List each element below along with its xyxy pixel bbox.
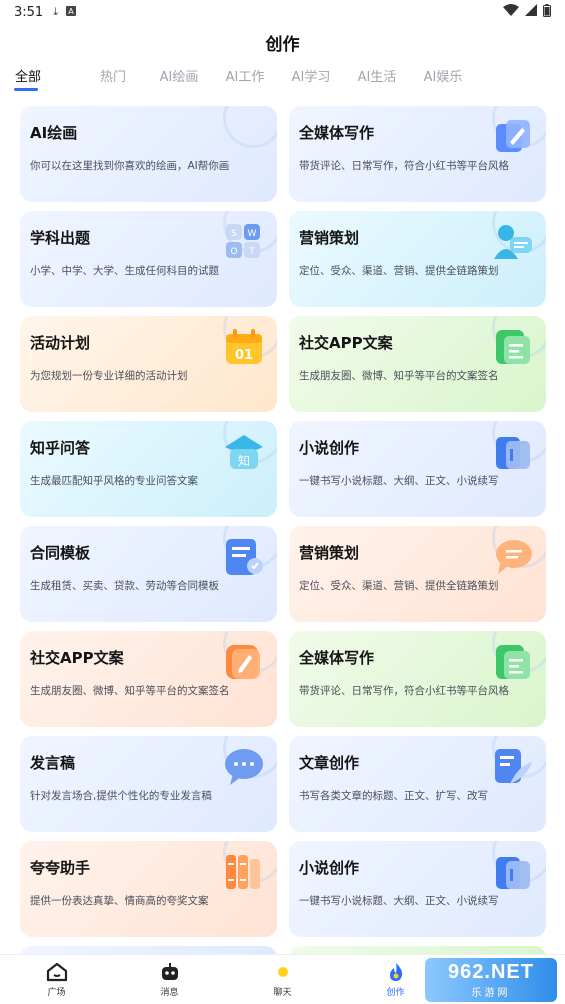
tool-card[interactable]: 全媒体写作 带货评论、日常写作，符合小红书等平台风格 <box>289 631 546 727</box>
watermark-subtext: 乐游网 <box>471 988 511 999</box>
active-tab-indicator <box>14 88 38 91</box>
page-title: 创作 <box>265 35 300 55</box>
tool-grid: AI绘画 你可以在这里找到你喜欢的绘画，AI帮你画 全媒体写作 带货评论、日常写作，符… <box>20 106 546 937</box>
card-description: 小学、中学、大学、生成任何科目的试题 <box>30 265 219 277</box>
tab-ai-study[interactable]: AI学习 <box>278 66 344 96</box>
watermark-logo: 962.NET 乐游网 <box>425 958 557 1002</box>
nav-messages[interactable]: 消息 <box>113 955 226 1004</box>
zhihu-house-icon: 知 <box>223 431 265 473</box>
tool-card[interactable]: 学科出题 小学、中学、大学、生成任何科目的试题 S W O T <box>20 211 277 307</box>
orange-books-icon <box>223 851 265 893</box>
card-description: 为您规划一份专业详细的活动计划 <box>30 370 188 382</box>
swot-tiles-icon: S W O T <box>223 221 265 263</box>
svg-text:A: A <box>68 7 74 16</box>
tab-hot[interactable]: 热门 <box>80 66 146 96</box>
tool-card[interactable]: 活动计划 为您规划一份专业详细的活动计划 01 <box>20 316 277 412</box>
card-description: 提供一份表达真挚、情商高的夸奖文案 <box>30 895 209 907</box>
orange-chat-icon <box>492 536 534 578</box>
card-description: 带货评论、日常写作，符合小红书等平台风格 <box>299 685 509 697</box>
card-description: 生成朋友圈、微博、知乎等平台的文案签名 <box>30 685 230 697</box>
person-chat-icon <box>492 221 534 263</box>
tab-ai-entertainment[interactable]: AI娱乐 <box>410 66 476 96</box>
nav-square[interactable]: 广场 <box>0 955 113 1004</box>
card-description: 带货评论、日常写作，符合小红书等平台风格 <box>299 160 509 172</box>
tool-card[interactable]: 文章创作 书写各类文章的标题、正文、扩写、改写 <box>289 736 546 832</box>
nav-label: 广场 <box>47 988 66 998</box>
card-description: 定位、受众、渠道、营销、提供全链路策划 <box>299 265 499 277</box>
svg-text:T: T <box>248 247 255 257</box>
download-icon: ⤓ <box>53 5 59 18</box>
tool-card[interactable]: 小说创作 一键书写小说标题、大纲、正文、小说续写 <box>289 841 546 937</box>
tool-card[interactable]: 营销策划 定位、受众、渠道、营销、提供全链路策划 <box>289 526 546 622</box>
card-description: 一键书写小说标题、大纲、正文、小说续写 <box>299 475 499 487</box>
status-time: 3:51 <box>14 4 44 20</box>
calendar-icon: 01 <box>223 326 265 368</box>
signal-icon <box>525 4 537 20</box>
orange-edit-icon <box>223 641 265 683</box>
tab-label: AI学习 <box>291 70 331 85</box>
card-description: 生成朋友圈、微博、知乎等平台的文案签名 <box>299 370 499 382</box>
notification-a-icon: A <box>66 5 77 19</box>
card-description: 定位、受众、渠道、营销、提供全链路策划 <box>299 580 499 592</box>
tool-card[interactable]: 夸夸助手 提供一份表达真挚、情商高的夸奖文案 <box>20 841 277 937</box>
card-description: 一键书写小说标题、大纲、正文、小说续写 <box>299 895 499 907</box>
tab-ai-life[interactable]: AI生活 <box>344 66 410 96</box>
svg-text:W: W <box>248 229 257 239</box>
pen-book-icon <box>492 116 534 158</box>
tool-card[interactable]: 小说创作 一键书写小说标题、大纲、正文、小说续写 <box>289 421 546 517</box>
battery-icon <box>543 3 551 21</box>
tab-label: AI生活 <box>357 70 397 85</box>
sun-dot-icon <box>272 961 294 983</box>
tab-ai-drawing[interactable]: AI绘画 <box>146 66 212 96</box>
tab-label: AI工作 <box>225 70 265 85</box>
tool-card[interactable]: 全媒体写作 带货评论、日常写作，符合小红书等平台风格 <box>289 106 546 202</box>
svg-text:S: S <box>231 229 237 239</box>
tool-card[interactable]: 社交APP文案 生成朋友圈、微博、知乎等平台的文案签名 <box>20 631 277 727</box>
article-feather-icon <box>492 746 534 788</box>
book-icon <box>492 431 534 473</box>
svg-text:知: 知 <box>238 454 250 468</box>
tool-card[interactable]: 知乎问答 生成最匹配知乎风格的专业问答文案知 <box>20 421 277 517</box>
nav-label: 创作 <box>386 988 405 998</box>
category-tabs: 全部 热门 AI绘画 AI工作 AI学习 AI生活 AI娱乐 <box>0 66 565 96</box>
tab-label: 全部 <box>14 70 41 85</box>
watermark-text: 962.NET <box>448 961 534 983</box>
tab-all[interactable]: 全部 <box>14 66 42 96</box>
card-description: 针对发言场合,提供个性化的专业发言稿 <box>30 790 212 802</box>
tool-card[interactable]: 社交APP文案 生成朋友圈、微博、知乎等平台的文案签名 <box>289 316 546 412</box>
nav-chat[interactable]: 聊天 <box>226 955 339 1004</box>
card-description: 生成最匹配知乎风格的专业问答文案 <box>30 475 198 487</box>
tab-label: 热门 <box>99 70 126 85</box>
tool-card[interactable]: 营销策划 定位、受众、渠道、营销、提供全链路策划 <box>289 211 546 307</box>
robot-icon <box>159 961 181 983</box>
speech-bubble-icon <box>223 746 265 788</box>
tab-label: AI娱乐 <box>423 70 463 85</box>
tab-ai-work[interactable]: AI工作 <box>212 66 278 96</box>
status-bar: 3:51 ⤓ A <box>0 0 565 24</box>
home-icon <box>46 961 68 983</box>
nav-label: 消息 <box>160 988 179 998</box>
wifi-icon <box>503 4 519 20</box>
nav-label: 聊天 <box>273 988 292 998</box>
green-document-icon <box>492 326 534 368</box>
tool-card[interactable]: 合同模板 生成租赁、买卖、贷款、劳动等合同模板 <box>20 526 277 622</box>
card-description: 你可以在这里找到你喜欢的绘画，AI帮你画 <box>30 160 230 172</box>
card-description: 生成租赁、买卖、贷款、劳动等合同模板 <box>30 580 219 592</box>
card-description: 书写各类文章的标题、正文、扩写、改写 <box>299 790 488 802</box>
green-document-icon <box>492 641 534 683</box>
tool-card[interactable]: AI绘画 你可以在这里找到你喜欢的绘画，AI帮你画 <box>20 106 277 202</box>
svg-text:01: 01 <box>235 348 253 363</box>
flame-icon <box>385 961 407 983</box>
book-icon <box>492 851 534 893</box>
svg-text:O: O <box>230 247 237 257</box>
tab-label: AI绘画 <box>159 70 199 85</box>
contract-icon <box>223 536 265 578</box>
tool-card[interactable]: 发言稿 针对发言场合,提供个性化的专业发言稿 <box>20 736 277 832</box>
